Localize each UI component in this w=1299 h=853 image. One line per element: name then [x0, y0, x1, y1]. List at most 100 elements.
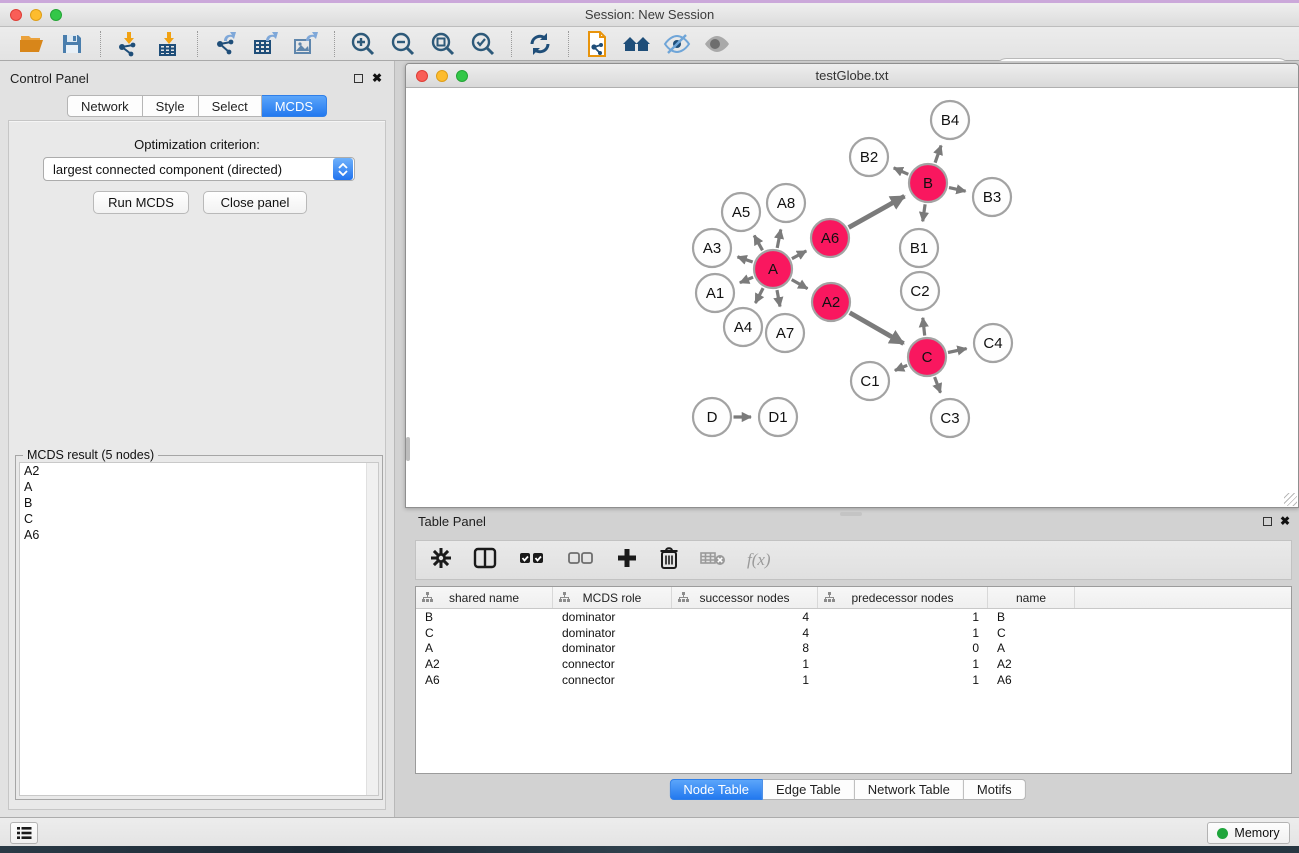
table-cell[interactable]: 1	[672, 673, 818, 687]
table-cell[interactable]: dominator	[553, 641, 672, 655]
tab-edge-table[interactable]: Edge Table	[763, 779, 855, 800]
table-cell[interactable]: connector	[553, 657, 672, 671]
table-cell[interactable]: dominator	[553, 626, 672, 640]
edge-A-A4[interactable]	[755, 288, 763, 303]
edge-B-B3[interactable]	[949, 188, 966, 192]
column-header-shared-name[interactable]: shared name	[416, 587, 553, 608]
edge-A-A3[interactable]	[738, 257, 753, 262]
settings-gear-icon[interactable]	[430, 547, 452, 574]
result-item[interactable]: A2	[20, 463, 378, 479]
result-item[interactable]: A6	[20, 527, 378, 543]
node-B2[interactable]: B2	[850, 138, 888, 176]
result-item[interactable]: C	[20, 511, 378, 527]
table-cell[interactable]: 1	[818, 657, 988, 671]
node-D1[interactable]: D1	[759, 398, 797, 436]
edge-A-A8[interactable]	[777, 230, 781, 248]
table-cell[interactable]: A6	[988, 673, 1075, 687]
table-cell[interactable]: 1	[818, 673, 988, 687]
open-file-icon[interactable]	[17, 30, 47, 58]
table-cell[interactable]: 1	[818, 610, 988, 624]
result-item[interactable]: B	[20, 495, 378, 511]
import-table-icon[interactable]	[154, 30, 184, 58]
edge-C-C1[interactable]	[895, 365, 907, 370]
node-A1[interactable]: A1	[696, 274, 734, 312]
node-A2[interactable]: A2	[812, 283, 850, 321]
tab-mcds[interactable]: MCDS	[262, 95, 327, 117]
table-cell[interactable]: C	[416, 626, 553, 640]
tab-select[interactable]: Select	[199, 95, 262, 117]
node-D[interactable]: D	[693, 398, 731, 436]
column-header-successor-nodes[interactable]: successor nodes	[672, 587, 818, 608]
show-all-icon[interactable]	[702, 30, 732, 58]
refresh-icon[interactable]	[525, 30, 555, 58]
home-overview-icon[interactable]	[622, 30, 652, 58]
export-network-icon[interactable]	[211, 30, 241, 58]
edge-A2-C[interactable]	[850, 313, 904, 344]
table-row[interactable]: A6connector11A6	[416, 672, 1291, 688]
function-builder-icon[interactable]: f(x)	[747, 550, 771, 570]
table-cell[interactable]: 1	[818, 626, 988, 640]
edge-B-B2[interactable]	[894, 168, 909, 174]
close-table-panel-icon[interactable]: ✖	[1280, 514, 1290, 528]
node-A5[interactable]: A5	[722, 193, 760, 231]
delete-column-icon[interactable]	[659, 546, 679, 575]
node-C1[interactable]: C1	[851, 362, 889, 400]
hide-selected-icon[interactable]	[662, 30, 692, 58]
table-cell[interactable]: C	[988, 626, 1075, 640]
table-cell[interactable]: 0	[818, 641, 988, 655]
edge-C-C2[interactable]	[923, 318, 925, 336]
node-A8[interactable]: A8	[767, 184, 805, 222]
table-cell[interactable]: B	[988, 610, 1075, 624]
network-graph[interactable]: B4B2BB3B1A5A8A6A3AA1A2C2A4A7CC4C1C3DD1	[406, 88, 1298, 507]
export-image-icon[interactable]	[291, 30, 321, 58]
node-A4[interactable]: A4	[724, 308, 762, 346]
edge-B-B4[interactable]	[935, 146, 941, 163]
table-cell[interactable]: B	[416, 610, 553, 624]
table-row[interactable]: Adominator80A	[416, 641, 1291, 657]
node-C2[interactable]: C2	[901, 272, 939, 310]
save-session-icon[interactable]	[57, 30, 87, 58]
edge-C-C4[interactable]	[948, 349, 967, 353]
window-resize-grip[interactable]	[1284, 493, 1297, 506]
optimization-criterion-dropdown[interactable]: largest connected component (directed)	[43, 157, 355, 181]
table-cell[interactable]: A2	[416, 657, 553, 671]
column-header-predecessor-nodes[interactable]: predecessor nodes	[818, 587, 988, 608]
table-row[interactable]: A2connector11A2	[416, 656, 1291, 672]
edge-B-B1[interactable]	[923, 204, 925, 221]
edge-A-A2[interactable]	[792, 280, 808, 289]
edge-C-C3[interactable]	[935, 377, 941, 393]
column-header-name[interactable]: name	[988, 587, 1075, 608]
edge-A-A6[interactable]	[792, 251, 806, 259]
float-panel-icon[interactable]	[354, 74, 363, 83]
node-B[interactable]: B	[909, 164, 947, 202]
table-row[interactable]: Bdominator41B	[416, 609, 1291, 625]
node-A7[interactable]: A7	[766, 314, 804, 352]
tab-motifs[interactable]: Motifs	[964, 779, 1026, 800]
add-column-icon[interactable]	[616, 547, 638, 574]
tab-node-table[interactable]: Node Table	[669, 779, 763, 800]
table-cell[interactable]: 4	[672, 610, 818, 624]
import-network-icon[interactable]	[114, 30, 144, 58]
node-B4[interactable]: B4	[931, 101, 969, 139]
zoom-in-icon[interactable]	[348, 30, 378, 58]
edge-A6-B[interactable]	[849, 196, 905, 227]
edge-A-A5[interactable]	[754, 236, 762, 251]
network-window-titlebar[interactable]: testGlobe.txt	[406, 64, 1298, 88]
tab-network-table[interactable]: Network Table	[855, 779, 964, 800]
column-header-MCDS-role[interactable]: MCDS role	[553, 587, 672, 608]
node-C[interactable]: C	[908, 338, 946, 376]
tab-style[interactable]: Style	[143, 95, 199, 117]
table-cell[interactable]: 4	[672, 626, 818, 640]
table-cell[interactable]: 8	[672, 641, 818, 655]
node-B3[interactable]: B3	[973, 178, 1011, 216]
table-cell[interactable]: connector	[553, 673, 672, 687]
edge-A-A1[interactable]	[740, 277, 753, 283]
column-visibility-icon[interactable]	[473, 547, 497, 574]
table-cell[interactable]: A6	[416, 673, 553, 687]
node-B1[interactable]: B1	[900, 229, 938, 267]
table-row[interactable]: Cdominator41C	[416, 625, 1291, 641]
zoom-fit-icon[interactable]	[428, 30, 458, 58]
table-cell[interactable]: A	[988, 641, 1075, 655]
zoom-out-icon[interactable]	[388, 30, 418, 58]
mcds-result-list[interactable]: A2ABCA6	[19, 462, 379, 796]
